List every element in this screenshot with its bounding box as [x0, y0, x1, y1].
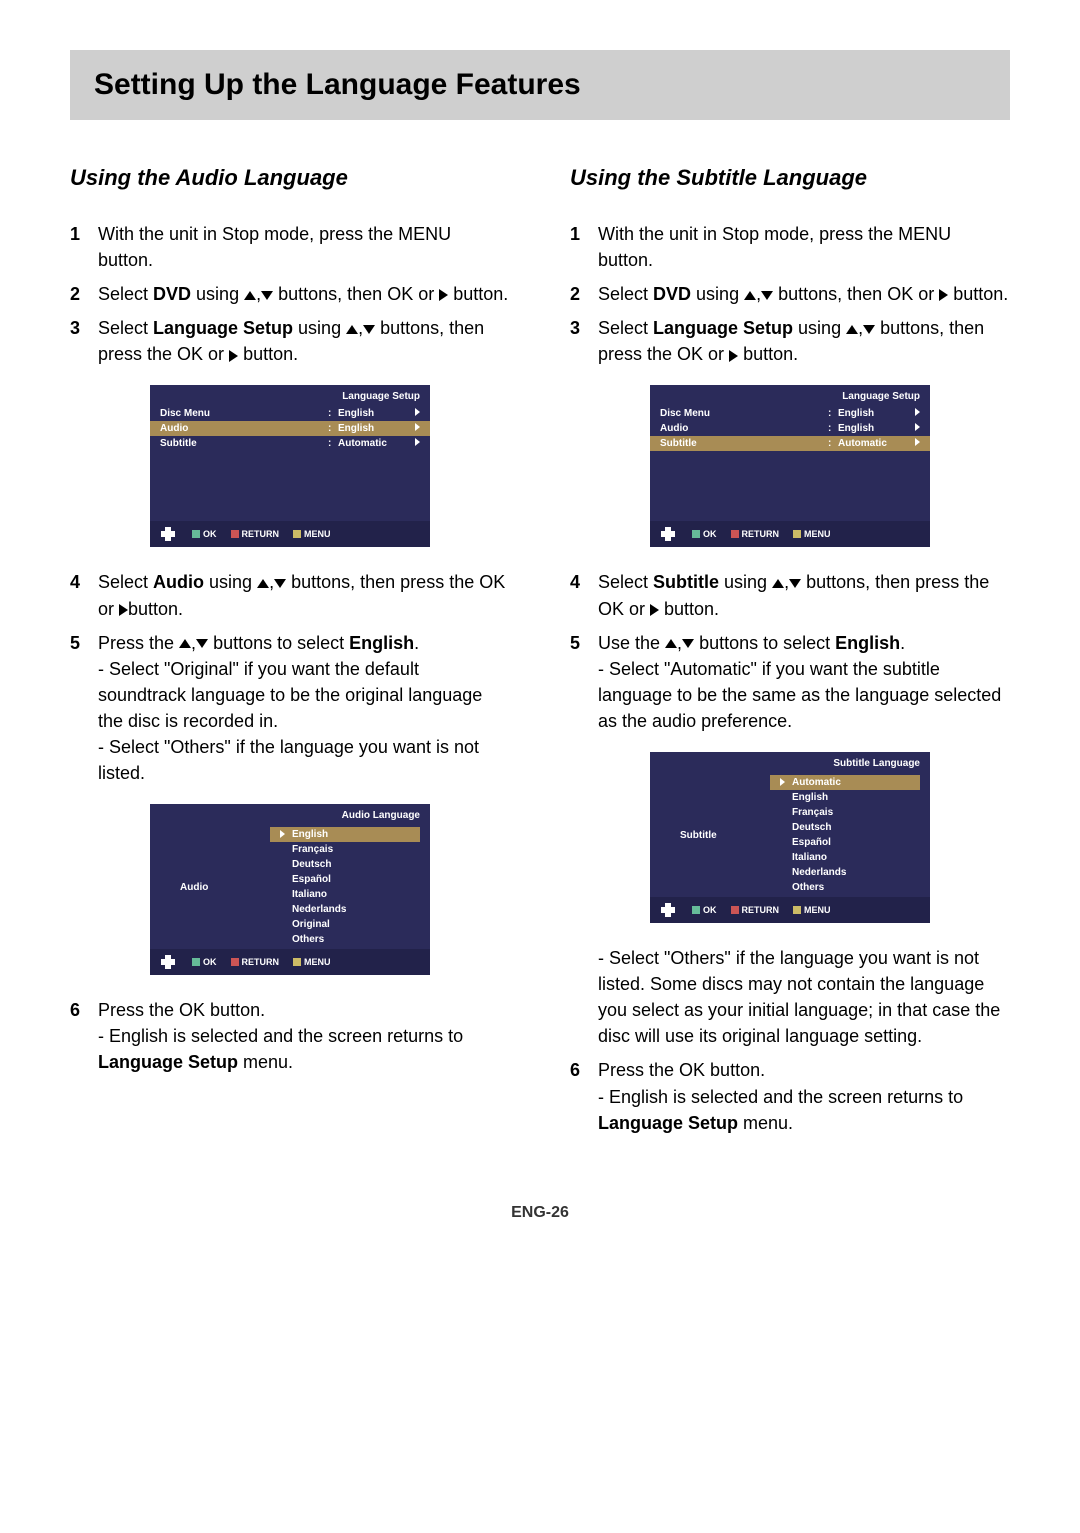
- osd-language-setup-audio: Language Setup Disc Menu:EnglishAudio:En…: [150, 385, 430, 547]
- osd-title: Language Setup: [150, 385, 430, 406]
- step-num: 2: [70, 281, 98, 307]
- step-num: 3: [70, 315, 98, 341]
- osd-list-item: Italiano: [770, 850, 920, 865]
- osd-side-label: Audio: [150, 825, 270, 949]
- up-icon: [346, 325, 358, 334]
- osd-list-item: Nederlands: [270, 902, 420, 917]
- right-icon: [729, 350, 738, 362]
- subtitle-step-1: With the unit in Stop mode, press the ME…: [598, 221, 1010, 273]
- osd-list-item: Original: [270, 917, 420, 932]
- down-icon: [274, 579, 286, 588]
- osd-list-item: English: [270, 827, 420, 842]
- right-icon: [439, 289, 448, 301]
- subtitle-column: Using the Subtitle Language 1 With the u…: [570, 165, 1010, 1144]
- page-title-bar: Setting Up the Language Features: [70, 50, 1010, 120]
- down-icon: [863, 325, 875, 334]
- audio-heading: Using the Audio Language: [70, 165, 510, 191]
- osd-list-item: Deutsch: [270, 857, 420, 872]
- osd-audio-language: Audio Language Audio EnglishFrançaisDeut…: [150, 804, 430, 975]
- subtitle-step-3: Select Language Setup using , buttons, t…: [598, 315, 1010, 367]
- osd-title: Subtitle Language: [650, 752, 930, 773]
- subtitle-step-6: Press the OK button. - English is select…: [598, 1057, 1010, 1135]
- audio-column: Using the Audio Language 1 With the unit…: [70, 165, 510, 1144]
- step-num: 2: [570, 281, 598, 307]
- right-icon: [650, 604, 659, 616]
- page-title: Setting Up the Language Features: [94, 68, 986, 102]
- osd-row: Subtitle:Automatic: [150, 436, 430, 451]
- subtitle-step-5: Use the , buttons to select English. - S…: [598, 630, 1010, 734]
- step-num: 6: [70, 997, 98, 1023]
- subtitle-step-4: Select Subtitle using , buttons, then pr…: [598, 569, 1010, 621]
- audio-step-4: Select Audio using , buttons, then press…: [98, 569, 510, 621]
- step-num: 3: [570, 315, 598, 341]
- osd-footer: OK RETURN MENU: [150, 949, 430, 975]
- down-icon: [682, 639, 694, 648]
- osd-row: Audio:English: [650, 421, 930, 436]
- up-icon: [772, 579, 784, 588]
- osd-list-item: Automatic: [770, 775, 920, 790]
- right-icon: [939, 289, 948, 301]
- dpad-icon: [158, 527, 178, 541]
- osd-list-item: Français: [770, 805, 920, 820]
- osd-list-item: Français: [270, 842, 420, 857]
- osd-row: Disc Menu:English: [650, 406, 930, 421]
- osd-list-item: Italiano: [270, 887, 420, 902]
- osd-language-setup-subtitle: Language Setup Disc Menu:EnglishAudio:En…: [650, 385, 930, 547]
- down-icon: [261, 291, 273, 300]
- step-num: 1: [570, 221, 598, 247]
- step-num: 6: [570, 1057, 598, 1083]
- down-icon: [196, 639, 208, 648]
- osd-row: Subtitle:Automatic: [650, 436, 930, 451]
- audio-step-2: Select DVD using , buttons, then OK or b…: [98, 281, 510, 307]
- osd-side-label: Subtitle: [650, 773, 770, 897]
- osd-list-item: Others: [770, 880, 920, 895]
- osd-list-item: Others: [270, 932, 420, 947]
- osd-list-item: Español: [270, 872, 420, 887]
- step-num: 4: [70, 569, 98, 595]
- osd-footer: OK RETURN MENU: [650, 897, 930, 923]
- audio-step-1: With the unit in Stop mode, press the ME…: [98, 221, 510, 273]
- subtitle-heading: Using the Subtitle Language: [570, 165, 1010, 191]
- step-num: 4: [570, 569, 598, 595]
- up-icon: [257, 579, 269, 588]
- osd-list-item: English: [770, 790, 920, 805]
- audio-step-6: Press the OK button. - English is select…: [98, 997, 510, 1075]
- osd-subtitle-language: Subtitle Language Subtitle AutomaticEngl…: [650, 752, 930, 923]
- osd-list-item: Nederlands: [770, 865, 920, 880]
- osd-title: Audio Language: [150, 804, 430, 825]
- up-icon: [846, 325, 858, 334]
- right-icon: [119, 604, 128, 616]
- down-icon: [789, 579, 801, 588]
- dpad-icon: [658, 903, 678, 917]
- dpad-icon: [658, 527, 678, 541]
- osd-list-item: Deutsch: [770, 820, 920, 835]
- osd-footer: OK RETURN MENU: [150, 521, 430, 547]
- up-icon: [179, 639, 191, 648]
- up-icon: [665, 639, 677, 648]
- subtitle-step-2: Select DVD using , buttons, then OK or b…: [598, 281, 1010, 307]
- down-icon: [761, 291, 773, 300]
- osd-title: Language Setup: [650, 385, 930, 406]
- step-num: 5: [570, 630, 598, 656]
- audio-step-3: Select Language Setup using , buttons, t…: [98, 315, 510, 367]
- down-icon: [363, 325, 375, 334]
- osd-footer: OK RETURN MENU: [650, 521, 930, 547]
- dpad-icon: [158, 955, 178, 969]
- osd-row: Audio:English: [150, 421, 430, 436]
- up-icon: [244, 291, 256, 300]
- right-icon: [229, 350, 238, 362]
- osd-row: Disc Menu:English: [150, 406, 430, 421]
- step-num: 5: [70, 630, 98, 656]
- subtitle-step-5b: - Select "Others" if the language you wa…: [598, 945, 1010, 1049]
- audio-step-5: Press the , buttons to select English. -…: [98, 630, 510, 787]
- osd-list-item: Español: [770, 835, 920, 850]
- page-number: ENG-26: [70, 1204, 1010, 1222]
- step-num: 1: [70, 221, 98, 247]
- up-icon: [744, 291, 756, 300]
